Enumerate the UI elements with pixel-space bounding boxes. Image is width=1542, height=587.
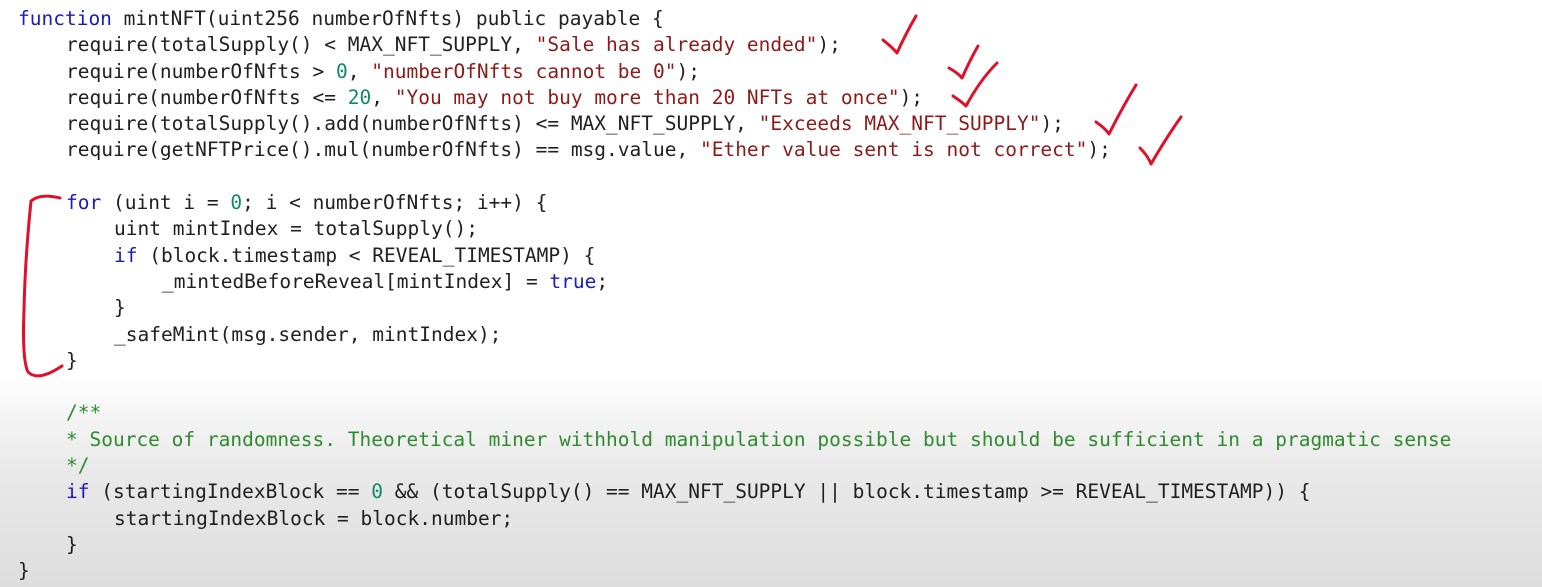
code-token: /** xyxy=(66,401,102,425)
code-token: _safeMint(msg.sender, mintIndex); xyxy=(114,322,502,346)
code-line: /** xyxy=(0,400,1451,426)
code-token: 0 xyxy=(336,59,348,83)
code-line: _mintedBeforeReveal[mintIndex] = true; xyxy=(0,269,1451,295)
code-line: startingIndexBlock = block.number; xyxy=(0,506,1451,532)
code-token: require(numberOfNfts > xyxy=(66,59,337,83)
code-token: require(totalSupply() < MAX_NFT_SUPPLY, xyxy=(66,33,536,57)
code-line: } xyxy=(0,348,1451,374)
code-token: "Exceeds MAX_NFT_SUPPLY" xyxy=(758,112,1041,136)
code-token: } xyxy=(66,532,78,556)
code-token: 20 xyxy=(347,85,372,109)
code-token: */ xyxy=(66,454,90,478)
code-line: _safeMint(msg.sender, mintIndex); xyxy=(0,322,1451,348)
code-line: if (block.timestamp < REVEAL_TIMESTAMP) … xyxy=(0,243,1451,269)
code-token: require(getNFTPrice().mul(numberOfNfts) … xyxy=(66,138,700,162)
code-token: } xyxy=(18,559,30,583)
code-token: require(totalSupply().add(numberOfNfts) … xyxy=(66,112,759,136)
code-token: 0 xyxy=(230,191,243,215)
code-line: require(totalSupply() < MAX_NFT_SUPPLY, … xyxy=(0,32,1451,58)
code-screenshot: function mintNFT(uint256 numberOfNfts) p… xyxy=(0,0,1542,587)
code-line: function mintNFT(uint256 numberOfNfts) p… xyxy=(0,6,1451,32)
code-token: ); xyxy=(817,33,841,57)
code-token: } xyxy=(114,296,126,320)
code-token: "Ether value sent is not correct" xyxy=(699,138,1088,162)
code-line: } xyxy=(0,558,1451,584)
code-token: ); xyxy=(899,85,924,109)
code-line: * Source of randomness. Theoretical mine… xyxy=(0,427,1451,453)
code-token: for xyxy=(66,191,102,215)
code-token: "Sale has already ended" xyxy=(535,33,818,57)
code-line: } xyxy=(0,295,1451,321)
code-line: require(getNFTPrice().mul(numberOfNfts) … xyxy=(0,137,1451,163)
code-token: (startingIndexBlock == xyxy=(89,480,372,504)
code-token: ); xyxy=(676,59,700,83)
code-line: uint mintIndex = totalSupply(); xyxy=(0,216,1451,242)
code-line: } xyxy=(0,532,1451,558)
code-token: 0 xyxy=(371,480,383,504)
code-line: require(numberOfNfts <= 20, "You may not… xyxy=(0,85,1451,111)
code-token: } xyxy=(66,348,78,372)
code-token: (block.timestamp < REVEAL_TIMESTAMP) { xyxy=(137,243,596,267)
code-token: if xyxy=(114,243,138,267)
code-token: startingIndexBlock = block.number; xyxy=(114,506,514,530)
code-token: (uint i = xyxy=(101,191,231,215)
code-line: require(totalSupply().add(numberOfNfts) … xyxy=(0,111,1451,137)
code-line: require(numberOfNfts > 0, "numberOfNfts … xyxy=(0,59,1451,85)
code-token: uint mintIndex = totalSupply(); xyxy=(114,217,478,241)
code-token: ); xyxy=(1087,138,1111,162)
code-token: ); xyxy=(1040,112,1064,136)
code-block: function mintNFT(uint256 numberOfNfts) p… xyxy=(0,6,1451,585)
code-token: _mintedBeforeReveal[mintIndex] = xyxy=(162,269,550,293)
code-token: "You may not buy more than 20 NFTs at on… xyxy=(394,85,900,109)
code-token: true xyxy=(549,269,597,293)
code-token: * Source of randomness. Theoretical mine… xyxy=(66,427,1452,451)
code-token: ; xyxy=(596,269,609,293)
code-token: ; i < numberOfNfts; i++) { xyxy=(242,191,548,215)
code-line: for (uint i = 0; i < numberOfNfts; i++) … xyxy=(0,190,1451,216)
code-line: */ xyxy=(0,453,1451,479)
code-line: if (startingIndexBlock == 0 && (totalSup… xyxy=(0,479,1451,505)
code-token: , xyxy=(347,59,372,83)
code-token: require(numberOfNfts <= xyxy=(66,85,348,109)
code-token: "numberOfNfts cannot be 0" xyxy=(371,59,677,83)
code-token: mintNFT(uint256 numberOfNfts) public pay… xyxy=(111,7,664,30)
code-token: && (totalSupply() == MAX_NFT_SUPPLY || b… xyxy=(383,480,1311,504)
code-token: if xyxy=(66,480,90,504)
code-token: , xyxy=(371,85,395,109)
code-token: function xyxy=(18,7,112,30)
